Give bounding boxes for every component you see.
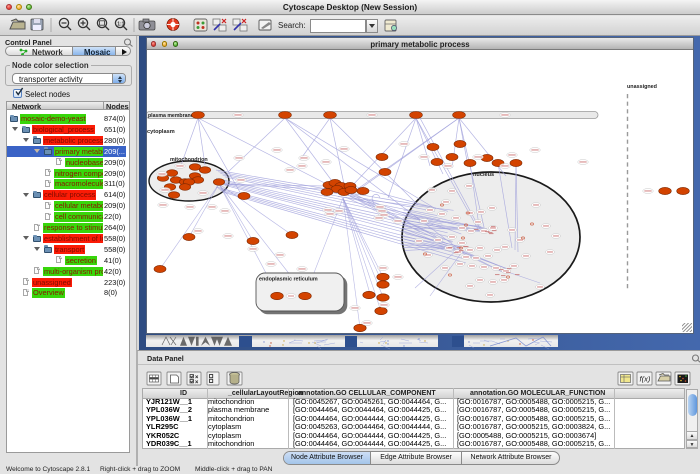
svg-text:plasma membrane: plasma membrane (148, 113, 194, 119)
svg-text:cytoplasm: cytoplasm (147, 129, 175, 135)
svg-text:f(x): f(x) (640, 375, 651, 384)
svg-text:nucleus: nucleus (473, 172, 494, 178)
svg-text:mitochondrion: mitochondrion (170, 157, 208, 163)
svg-text:unassigned: unassigned (627, 84, 657, 90)
svg-text:endoplasmic reticulum: endoplasmic reticulum (259, 277, 318, 283)
